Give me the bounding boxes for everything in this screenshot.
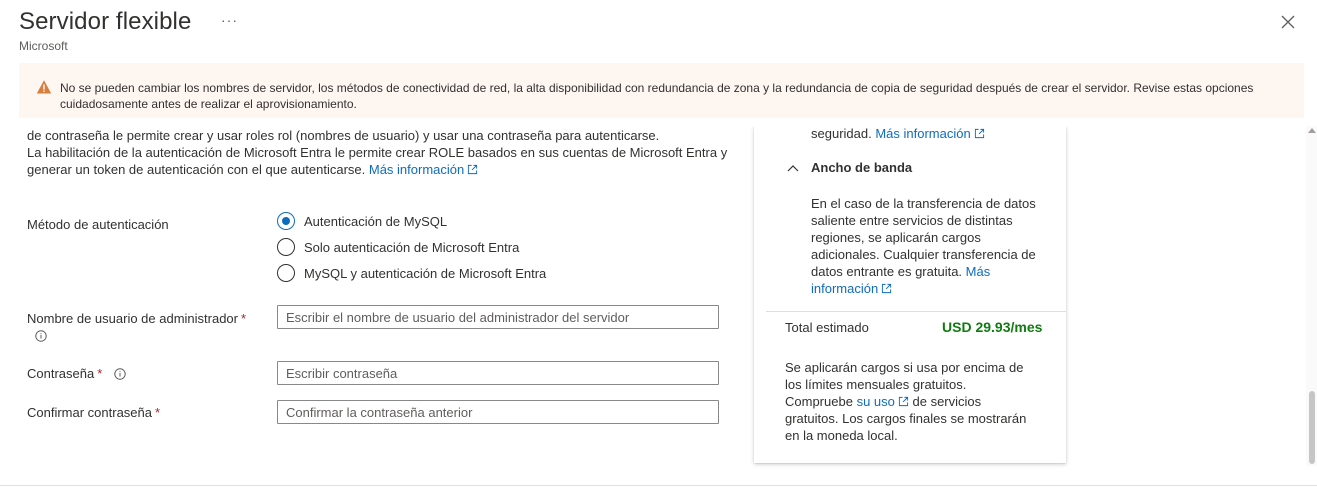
footer-divider — [0, 485, 1317, 486]
admin-username-label-text: Nombre de usuario de administrador — [27, 311, 238, 326]
chevron-up-icon[interactable] — [787, 163, 799, 173]
radio-entra-only[interactable]: Solo autenticación de Microsoft Entra — [277, 237, 519, 257]
bandwidth-text: En el caso de la transferencia de datos … — [811, 196, 1036, 279]
external-link-icon — [468, 164, 478, 175]
total-estimated-value: USD 29.93/mes — [942, 319, 1043, 335]
learn-more-link[interactable]: Más información — [369, 162, 464, 177]
bandwidth-description: En el caso de la transferencia de datos … — [811, 195, 1037, 297]
radio-button-selected[interactable] — [277, 212, 295, 230]
usage-link[interactable]: su uso — [857, 394, 895, 409]
page-title: Servidor flexible — [19, 8, 192, 35]
required-marker: * — [97, 366, 103, 381]
admin-username-input[interactable] — [277, 305, 719, 329]
radio-label: MySQL y autenticación de Microsoft Entra — [304, 265, 547, 281]
scrollbar-thumb[interactable] — [1309, 391, 1315, 464]
description-line-1: de contraseña le permite crear y usar ro… — [27, 128, 660, 143]
info-icon[interactable] — [35, 330, 47, 342]
external-link-icon — [974, 128, 984, 139]
confirm-password-label-text: Confirmar contraseña — [27, 405, 152, 420]
bandwidth-heading[interactable]: Ancho de banda — [811, 160, 912, 175]
warning-banner: No se pueden cambiar los nombres de serv… — [19, 63, 1304, 118]
warning-icon — [36, 80, 52, 94]
required-marker: * — [155, 405, 161, 420]
summary-top-text: seguridad. Más información — [811, 126, 985, 141]
description-line-2: La habilitación de la autenticación de M… — [27, 144, 747, 178]
blade-header: Servidor flexible ··· Microsoft — [0, 0, 1317, 62]
info-icon[interactable] — [114, 368, 126, 380]
auth-method-label: Método de autenticación — [27, 217, 169, 232]
radio-mysql-auth[interactable]: Autenticación de MySQL — [277, 211, 447, 231]
cost-summary-panel: seguridad. Más información Ancho de band… — [754, 126, 1066, 463]
password-input[interactable] — [277, 361, 719, 385]
radio-label: Autenticación de MySQL — [304, 213, 448, 229]
admin-username-label: Nombre de usuario de administrador * — [27, 310, 246, 344]
page-subtitle: Microsoft — [19, 39, 68, 53]
close-button[interactable] — [1278, 12, 1298, 32]
scroll-up-icon[interactable] — [1308, 127, 1316, 133]
summary-top-label: seguridad. — [811, 126, 872, 141]
divider — [766, 311, 1066, 312]
radio-button[interactable] — [277, 238, 295, 256]
external-link-icon — [898, 396, 908, 407]
auth-description: de contraseña le permite crear y usar ro… — [27, 127, 747, 178]
password-label-text: Contraseña — [27, 366, 95, 381]
confirm-password-input[interactable] — [277, 400, 719, 424]
external-link-icon — [882, 283, 892, 294]
radio-button[interactable] — [277, 264, 295, 282]
confirm-password-label: Confirmar contraseña * — [27, 405, 160, 420]
radio-label: Solo autenticación de Microsoft Entra — [304, 239, 520, 255]
charges-note: Se aplicarán cargos si usa por encima de… — [785, 359, 1035, 444]
radio-mysql-and-entra[interactable]: MySQL y autenticación de Microsoft Entra — [277, 263, 546, 283]
close-icon — [1281, 15, 1295, 29]
password-label: Contraseña * — [27, 366, 126, 381]
learn-more-link[interactable]: Más información — [875, 126, 970, 141]
more-options-button[interactable]: ··· — [221, 12, 238, 28]
required-marker: * — [241, 311, 247, 326]
warning-text: No se pueden cambiar los nombres de serv… — [60, 81, 1254, 111]
total-estimated-label: Total estimado — [785, 320, 869, 335]
main-content: de contraseña le permite crear y usar ro… — [0, 126, 1317, 486]
